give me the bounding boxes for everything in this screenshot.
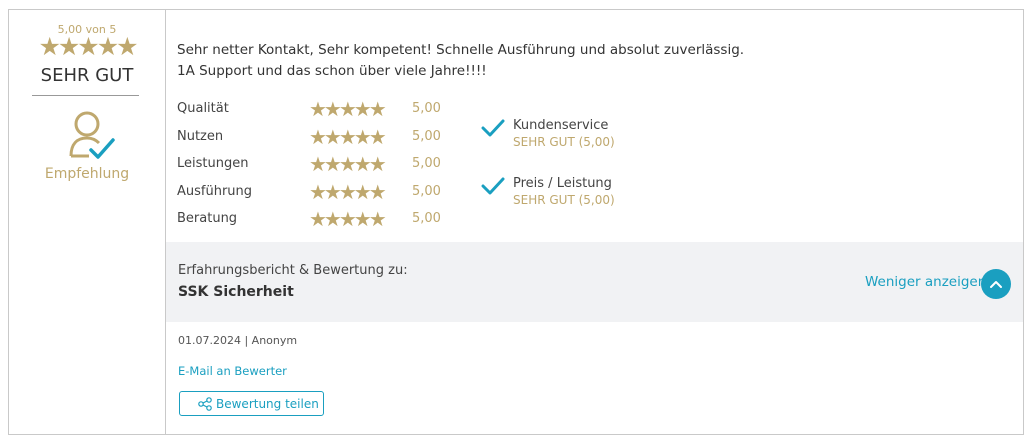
rating-value: 5,00 xyxy=(412,211,441,226)
criterion-verdict: SEHR GUT (5,00) xyxy=(513,193,615,207)
share-button-label: Bewertung teilen xyxy=(216,397,319,411)
review-line-2: 1A Support und das schon über viele Jahr… xyxy=(177,63,487,79)
review-meta: 01.07.2024 | Anonym xyxy=(178,334,298,347)
show-less-link[interactable]: Weniger anzeigen xyxy=(865,274,986,290)
rating-stars: ★★★★★ xyxy=(309,124,387,149)
subject-label: Erfahrungsbericht & Bewertung zu: xyxy=(178,263,408,278)
checkmark-icon xyxy=(481,177,505,195)
rating-summary: 5,00 von 5 ★★★★★ SEHR GUT Empfehlung xyxy=(9,10,166,434)
share-review-button[interactable]: Bewertung teilen xyxy=(179,391,324,416)
rating-name: Nutzen xyxy=(177,128,224,144)
checkmark-icon xyxy=(481,119,505,137)
email-reviewer-link[interactable]: E-Mail an Bewerter xyxy=(178,364,287,378)
summary-divider xyxy=(32,95,139,96)
criterion-price-performance: Preis / Leistung SEHR GUT (5,00) xyxy=(481,176,681,234)
overall-verdict: SEHR GUT xyxy=(40,65,134,86)
subject-band: Erfahrungsbericht & Bewertung zu: SSK Si… xyxy=(166,242,1023,322)
rating-value: 5,00 xyxy=(412,128,441,144)
overall-stars: ★★★★★ xyxy=(38,32,138,61)
chevron-up-icon xyxy=(990,281,1002,288)
criterion-name: Kundenservice xyxy=(513,118,609,133)
rating-row-consulting: Beratung ★★★★★ 5,00 xyxy=(177,207,477,239)
rating-name: Leistungen xyxy=(177,156,249,171)
rating-name: Qualität xyxy=(177,101,229,116)
rating-name: Beratung xyxy=(177,211,238,226)
detail-ratings: Qualität ★★★★★ 5,00 Nutzen ★★★★★ 5,00 Le… xyxy=(177,97,477,239)
share-icon xyxy=(198,397,212,411)
rating-value: 5,00 xyxy=(412,156,441,171)
criterion-verdict: SEHR GUT (5,00) xyxy=(513,135,615,149)
collapse-button[interactable] xyxy=(981,269,1011,299)
review-content: Sehr netter Kontakt, Sehr kompetent! Sch… xyxy=(166,10,1023,434)
rating-value: 5,00 xyxy=(412,183,441,199)
criterion-name: Preis / Leistung xyxy=(513,176,612,191)
rating-stars: ★★★★★ xyxy=(309,152,387,176)
rating-stars: ★★★★★ xyxy=(309,207,387,231)
criterion-customer-service: Kundenservice SEHR GUT (5,00) xyxy=(481,118,681,176)
review-card: 5,00 von 5 ★★★★★ SEHR GUT Empfehlung Seh… xyxy=(8,9,1024,435)
rating-name: Ausführung xyxy=(177,183,253,199)
criteria-list: Kundenservice SEHR GUT (5,00) Preis / Le… xyxy=(481,118,681,234)
review-line-1: Sehr netter Kontakt, Sehr kompetent! Sch… xyxy=(177,42,745,58)
rating-stars: ★★★★★ xyxy=(309,97,387,121)
rating-value: 5,00 xyxy=(412,101,441,116)
company-name[interactable]: SSK Sicherheit xyxy=(178,284,294,300)
recommendation-label: Empfehlung xyxy=(44,166,130,182)
person-check-icon xyxy=(69,111,115,159)
review-text: Sehr netter Kontakt, Sehr kompetent! Sch… xyxy=(177,40,744,82)
rating-stars: ★★★★★ xyxy=(309,179,387,204)
